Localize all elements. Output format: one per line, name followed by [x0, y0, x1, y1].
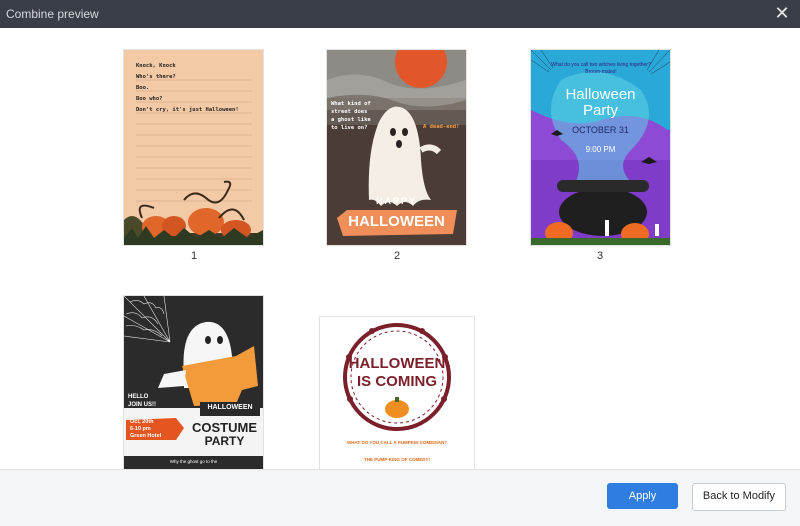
page-thumbnail-2[interactable]: What kind of street does a ghost like to… [327, 50, 466, 245]
halloween-banner: HALLOWEEN [207, 404, 253, 411]
page-number: 3 [596, 250, 604, 262]
ghost-riddle-text: Why the ghost go to the [169, 459, 218, 464]
party-text: PARTY [204, 434, 245, 448]
title-bar: Combine preview ✕ [0, 0, 800, 28]
window-title: Combine preview [6, 7, 99, 21]
party-date: OCTOBER 31 [572, 125, 629, 135]
party-title-line2: Party [582, 102, 618, 119]
join-text: JOIN US!! [128, 402, 157, 408]
witch-riddle: What do you call two witches living toge… [551, 62, 651, 75]
apply-button[interactable]: Apply [607, 483, 678, 509]
page-thumbnail-5[interactable]: HALLOWEEN IS COMING WHAT DO YOU CALL A P… [320, 317, 474, 469]
event-place: Green Hotel [130, 433, 162, 439]
halloween-headline-line2: IS COMING [356, 373, 437, 390]
joke-line: Who's there? [136, 74, 176, 80]
ghost-question: What kind of street does a ghost like to… [331, 101, 371, 131]
joke-line: Boo who? [136, 96, 163, 102]
back-to-modify-button[interactable]: Back to Modify [692, 483, 786, 511]
happy-text: HAPPY [375, 196, 417, 206]
pumpkin-joke-question: WHAT DO YOU CALL A PUMPKIN COMEDIAN? [347, 440, 447, 445]
hello-text: HELLO [128, 394, 149, 400]
event-hours: 6-10 pm [130, 426, 151, 432]
page-number: 2 [393, 250, 401, 262]
preview-area: Knock, Knock Who's there? Boo. Boo who? … [0, 28, 800, 469]
joke-line: Boo. [136, 85, 150, 91]
joke-line: Knock, Knock [136, 63, 176, 69]
dialog-footer: Apply Back to Modify [0, 469, 800, 526]
halloween-text: HALLOWEEN [348, 213, 445, 230]
page-thumbnail-4[interactable]: HELLO JOIN US!! Oct, 20th 6-10 pm Green … [124, 296, 263, 469]
halloween-headline-line1: HALLOWEEN [348, 355, 446, 372]
party-title-line1: Halloween [565, 86, 636, 103]
costume-text: COSTUME [192, 420, 257, 435]
event-date: Oct, 20th [130, 419, 154, 425]
page-thumbnail-3[interactable]: What do you call two witches living toge… [531, 50, 670, 245]
page-number: 1 [190, 250, 198, 262]
close-icon[interactable]: ✕ [772, 3, 792, 23]
halloween-wreath-illustration [343, 323, 451, 431]
page-thumbnail-1[interactable]: Knock, Knock Who's there? Boo. Boo who? … [124, 50, 263, 245]
joke-line: Don't cry, it's just Halloween! [136, 107, 239, 113]
ghost-answer: A dead-end! [423, 124, 460, 130]
pumpkin-joke-answer: THE PUMP-KING OF COMEDY! [364, 457, 430, 462]
party-time: 9:00 PM [585, 145, 616, 154]
